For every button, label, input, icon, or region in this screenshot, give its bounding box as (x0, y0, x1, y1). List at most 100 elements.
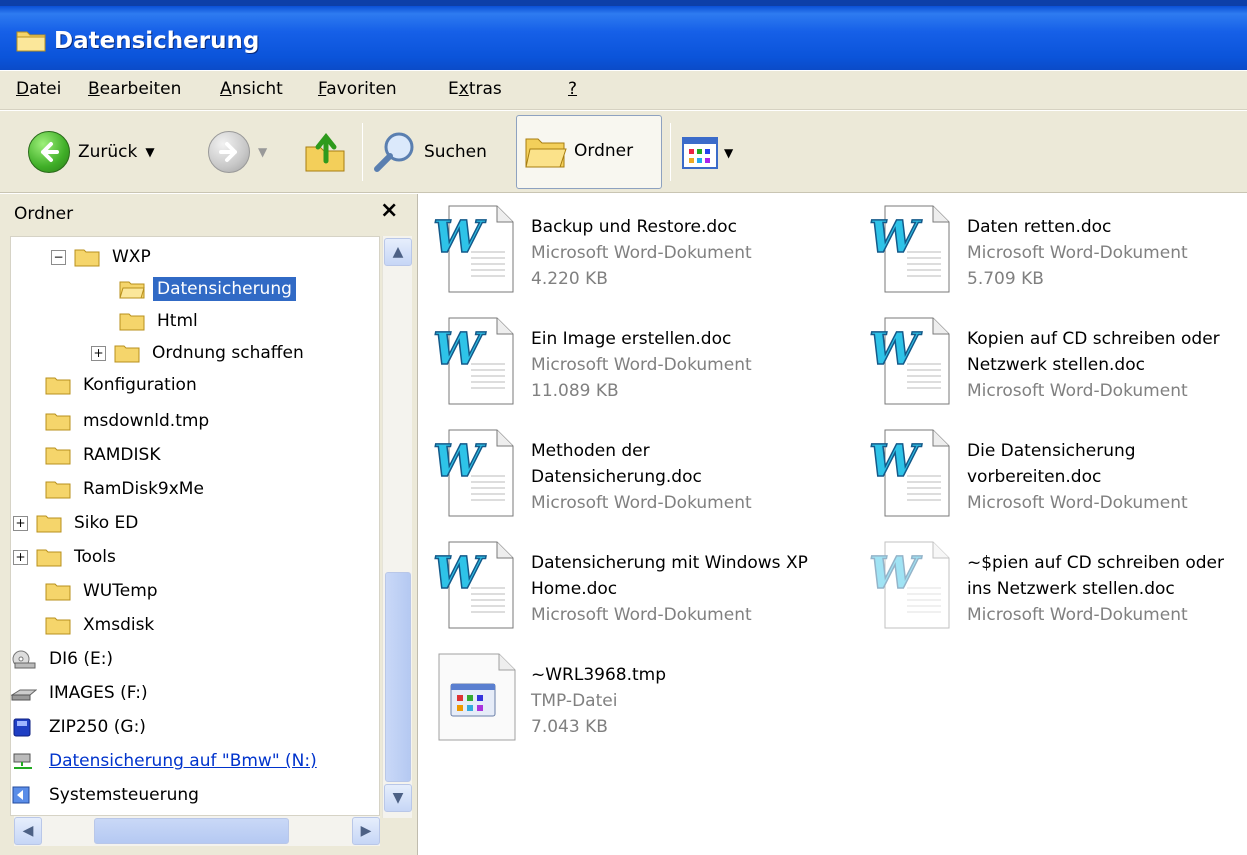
tree-item-datensicherung[interactable]: Datensicherung (119, 273, 296, 305)
folders-icon (525, 138, 567, 168)
menu-help[interactable]: ? (568, 79, 577, 99)
views-icon (682, 137, 718, 169)
cd-drive-icon (12, 650, 36, 669)
folders-button-content[interactable]: Ordner (524, 131, 633, 171)
tree-item-zip250-drive[interactable]: ZIP250 (G:) (11, 711, 150, 743)
search-label: Suchen (424, 142, 487, 162)
control-panel-icon (12, 786, 30, 804)
tree-label: Tools (74, 547, 116, 567)
folder-icon (45, 481, 71, 499)
views-dropdown-icon[interactable]: ▼ (724, 146, 733, 160)
svg-text:W: W (433, 324, 487, 375)
file-name-line2: Netzwerk stellen.doc (967, 355, 1145, 375)
close-folders-pane-icon[interactable]: × (380, 198, 398, 223)
back-dropdown-icon[interactable]: ▼ (145, 145, 154, 159)
file-type: Microsoft Word-Dokument (531, 493, 752, 513)
svg-text:W: W (433, 548, 487, 599)
file-type: TMP-Datei (531, 691, 618, 711)
collapse-icon[interactable]: − (51, 249, 66, 265)
tree-item-di6-drive[interactable]: DI6 (E:) (11, 643, 117, 675)
tree-item-ramdisk[interactable]: RAMDISK (45, 439, 164, 471)
tree-item-wutemp[interactable]: WUTemp (45, 575, 162, 607)
tree-horizontal-scrollbar[interactable]: ◀ ▶ (14, 816, 380, 846)
scroll-down-icon[interactable]: ▼ (384, 784, 412, 812)
file-size: 11.089 KB (531, 381, 619, 401)
tree-label: Xmsdisk (83, 615, 155, 635)
tree-item-html[interactable]: Html (119, 305, 202, 337)
folder-icon (114, 345, 140, 363)
file-name: Daten retten.doc (967, 217, 1112, 237)
tree-item-systemsteuerung[interactable]: Systemsteuerung (11, 779, 203, 811)
title-bar[interactable]: Datensicherung (0, 0, 1247, 70)
svg-text:W: W (869, 212, 923, 263)
folder-icon (119, 313, 145, 331)
file-item[interactable]: W Datensicherung mit Windows XP Home.doc… (431, 538, 808, 630)
folder-icon (45, 447, 71, 465)
file-list: W Backup und Restore.doc Microsoft Word-… (419, 194, 1247, 855)
tree-item-siko-ed[interactable]: + Siko ED (13, 507, 142, 539)
tree-label: Systemsteuerung (49, 785, 199, 805)
network-drive-icon (13, 753, 32, 769)
file-item[interactable]: W Die Datensicherung vorbereiten.doc Mic… (867, 426, 1188, 518)
folders-pane-header: Ordner × (0, 194, 418, 234)
word-document-icon: W (432, 541, 514, 629)
file-name-line2: vorbereiten.doc (967, 467, 1102, 487)
tree-label: IMAGES (F:) (49, 683, 148, 703)
file-size: 4.220 KB (531, 269, 608, 289)
menu-favoriten[interactable]: Favoriten (318, 79, 397, 99)
tree-item-xmsdisk[interactable]: Xmsdisk (45, 609, 158, 641)
word-document-icon: W (868, 541, 950, 629)
svg-text:W: W (869, 436, 923, 487)
tree-label: RamDisk9xMe (83, 479, 204, 499)
scroll-left-icon[interactable]: ◀ (14, 817, 42, 845)
expand-icon[interactable]: + (13, 515, 28, 531)
back-label: Zurück (78, 142, 138, 162)
vertical-scroll-thumb[interactable] (385, 572, 411, 782)
file-name: ~WRL3968.tmp (531, 665, 667, 685)
tree-label: ZIP250 (G:) (49, 717, 146, 737)
tree-item-ordnung-schaffen[interactable]: + Ordnung schaffen (91, 337, 308, 369)
tree-item-images-drive[interactable]: IMAGES (F:) (11, 677, 152, 709)
tree-item-tools[interactable]: + Tools (13, 541, 120, 573)
expand-icon[interactable]: + (91, 345, 106, 361)
folder-tree: − WXP Datensicherung Html + Ordnung scha… (10, 236, 380, 816)
file-name: Kopien auf CD schreiben oder (967, 329, 1220, 349)
forward-arrow-icon (208, 131, 250, 173)
file-type: Microsoft Word-Dokument (967, 605, 1188, 625)
tree-item-network-drive[interactable]: Datensicherung auf "Bmw" (N:) (11, 745, 321, 777)
views-button[interactable]: ▼ (682, 137, 733, 169)
menu-ansicht[interactable]: Ansicht (220, 79, 283, 99)
file-item[interactable]: ~WRL3968.tmp TMP-Datei 7.043 KB (431, 650, 666, 742)
back-button[interactable]: Zurück ▼ (28, 131, 155, 173)
tree-vertical-scrollbar[interactable]: ▲ ▼ (382, 236, 412, 818)
file-item[interactable]: W ~$pien auf CD schreiben oder ins Netzw… (867, 538, 1224, 630)
tree-item-ramdisk9xme[interactable]: RamDisk9xMe (45, 473, 208, 505)
tree-label: Konfiguration (83, 375, 197, 395)
search-button[interactable]: Suchen (372, 129, 487, 175)
up-folder-button[interactable] (302, 129, 348, 175)
tree-item-wxp[interactable]: − WXP (51, 241, 155, 273)
menu-bearbeiten[interactable]: Bearbeiten (88, 79, 181, 99)
tree-item-msdownld[interactable]: msdownld.tmp (45, 405, 213, 437)
file-item[interactable]: W Kopien auf CD schreiben oder Netzwerk … (867, 314, 1220, 406)
svg-text:W: W (433, 436, 487, 487)
scroll-right-icon[interactable]: ▶ (352, 817, 380, 845)
tree-label: msdownld.tmp (83, 411, 210, 431)
up-folder-icon (305, 132, 345, 172)
file-name-line2: Datensicherung.doc (531, 467, 702, 487)
file-type: Microsoft Word-Dokument (531, 243, 752, 263)
file-item[interactable]: W Daten retten.doc Microsoft Word-Dokume… (867, 202, 1188, 294)
folders-pane: Ordner × − WXP Datensicherung Html + Ord… (0, 194, 418, 855)
expand-icon[interactable]: + (13, 549, 28, 565)
forward-button[interactable]: ▼ (208, 131, 267, 173)
file-item[interactable]: W Backup und Restore.doc Microsoft Word-… (431, 202, 752, 294)
file-item[interactable]: W Ein Image erstellen.doc Microsoft Word… (431, 314, 752, 406)
file-item[interactable]: W Methoden der Datensicherung.doc Micros… (431, 426, 752, 518)
scroll-up-icon[interactable]: ▲ (384, 238, 412, 266)
menu-extras[interactable]: Extras (448, 79, 502, 99)
svg-text:W: W (869, 324, 923, 375)
menu-datei[interactable]: Datei (16, 79, 61, 99)
forward-dropdown-icon[interactable]: ▼ (258, 145, 267, 159)
horizontal-scroll-thumb[interactable] (94, 818, 289, 844)
tree-item-konfiguration[interactable]: Konfiguration (45, 369, 201, 401)
